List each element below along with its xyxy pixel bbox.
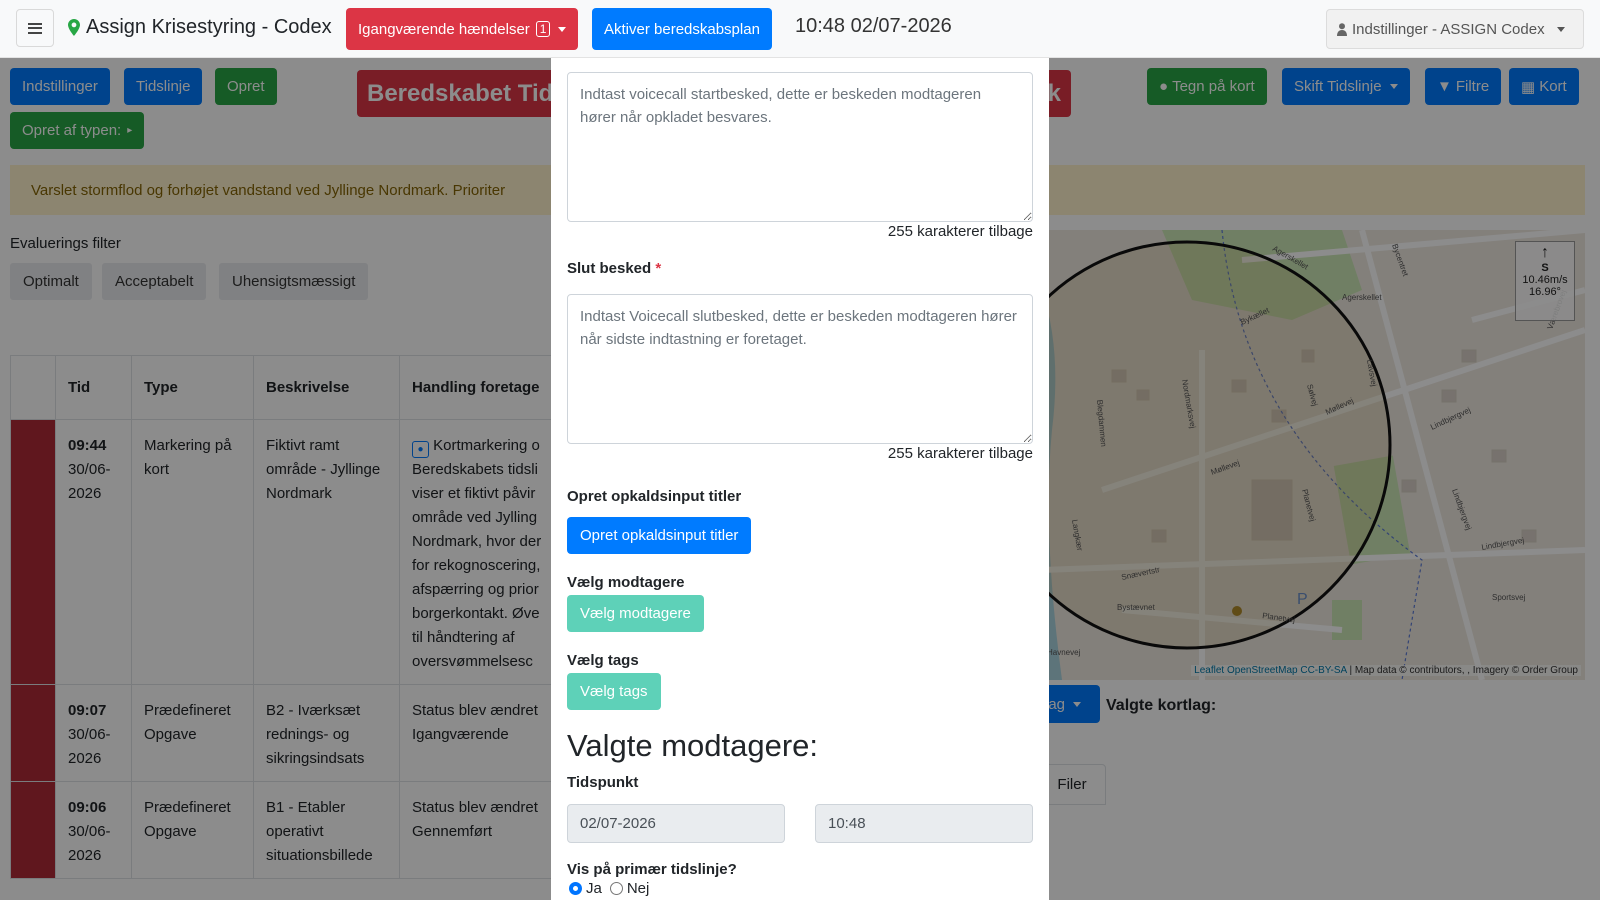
end-message-label-text: Slut besked bbox=[567, 260, 652, 277]
selected-recipients-heading: Valgte modtagere: bbox=[567, 728, 819, 763]
brand[interactable]: Assign Krisestyring - Codex bbox=[68, 16, 332, 39]
primary-timeline-radios: Ja Nej bbox=[569, 880, 649, 897]
hamburger-menu-button[interactable] bbox=[16, 9, 54, 47]
user-icon bbox=[1337, 22, 1347, 36]
radio-no-label: Nej bbox=[626, 880, 650, 897]
ongoing-incidents-dropdown[interactable]: Igangværende hændelser 1 bbox=[346, 8, 579, 50]
date-field[interactable]: 02/07-2026 bbox=[567, 804, 785, 843]
radio-yes[interactable] bbox=[569, 882, 582, 895]
top-navbar: Assign Krisestyring - Codex Igangværende… bbox=[0, 0, 1600, 58]
start-message-textarea[interactable] bbox=[567, 72, 1033, 222]
radio-yes-label: Ja bbox=[586, 880, 602, 897]
time-field[interactable]: 10:48 bbox=[815, 804, 1033, 843]
recipients-label: Vælg modtagere bbox=[567, 574, 685, 591]
chevron-down-icon bbox=[558, 26, 567, 32]
ongoing-incidents-label: Igangværende hændelser bbox=[358, 20, 530, 38]
start-chars-left: 255 karakterer tilbage bbox=[887, 223, 1033, 240]
required-marker: * bbox=[655, 260, 662, 277]
radio-no[interactable] bbox=[609, 882, 623, 895]
tags-label: Vælg tags bbox=[567, 652, 639, 669]
create-input-titles-button[interactable]: Opret opkaldsinput titler bbox=[567, 517, 752, 554]
ongoing-count-badge: 1 bbox=[535, 21, 551, 37]
hamburger-icon bbox=[28, 22, 42, 34]
primary-timeline-label: Vis på primær tidslinje? bbox=[567, 861, 737, 878]
end-message-label: Slut besked * bbox=[567, 260, 661, 277]
chevron-down-icon bbox=[1556, 26, 1565, 32]
choose-tags-button[interactable]: Vælg tags bbox=[567, 673, 661, 710]
end-chars-left: 255 karakterer tilbage bbox=[887, 445, 1033, 462]
settings-label: Indstillinger - ASSIGN Codex bbox=[1352, 20, 1545, 38]
input-titles-label: Opret opkaldsinput titler bbox=[567, 488, 742, 505]
voicecall-modal: 255 karakterer tilbage Slut besked * 255… bbox=[551, 58, 1049, 900]
choose-recipients-button[interactable]: Vælg modtagere bbox=[567, 595, 704, 632]
settings-dropdown[interactable]: Indstillinger - ASSIGN Codex bbox=[1326, 9, 1584, 49]
time-label: Tidspunkt bbox=[567, 774, 639, 791]
brand-text: Assign Krisestyring - Codex bbox=[86, 16, 332, 38]
clock: 10:48 02/07-2026 bbox=[795, 15, 952, 37]
activate-plan-button[interactable]: Aktiver beredskabsplan bbox=[592, 8, 772, 50]
end-message-textarea[interactable] bbox=[567, 294, 1033, 444]
map-pin-icon bbox=[68, 19, 80, 36]
